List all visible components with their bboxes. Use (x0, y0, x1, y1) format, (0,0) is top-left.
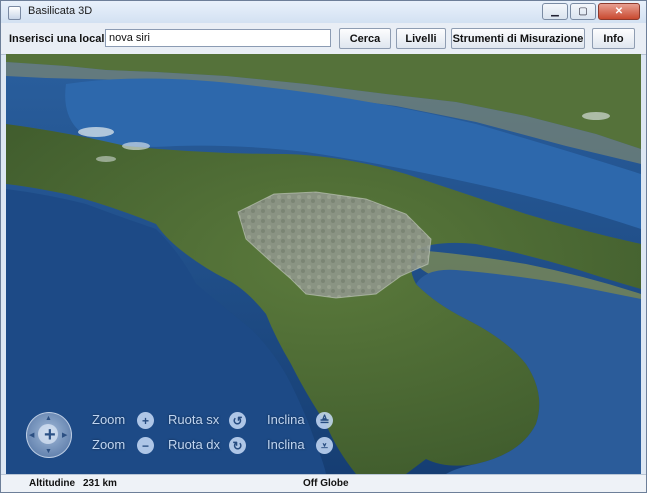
pan-left-icon[interactable]: ◀ (29, 432, 34, 439)
globe-status: Off Globe (303, 478, 349, 489)
zoom-in-icon[interactable]: + (137, 412, 154, 429)
zoom-out-label: Zoom (92, 437, 126, 452)
rotate-right-icon[interactable]: ↻ (229, 437, 246, 454)
window-controls: ▁ ▢ ✕ (542, 3, 640, 20)
rotate-left-icon[interactable]: ↺ (229, 412, 246, 429)
title-bar[interactable]: Basilicata 3D ▁ ▢ ✕ (1, 1, 646, 23)
info-button[interactable]: Info (592, 28, 635, 49)
app-icon (8, 6, 21, 20)
pan-cross-icon: + (44, 424, 56, 446)
tilt-down-label: Inclina (267, 437, 305, 452)
layers-button[interactable]: Livelli (396, 28, 446, 49)
tilt-down-icon[interactable]: ⩡ (316, 437, 333, 454)
maximize-button[interactable]: ▢ (570, 3, 596, 20)
status-bar: Altitudine 231 km Off Globe (1, 474, 646, 492)
search-toolbar: Inserisci una località Cerca Livelli Str… (1, 23, 646, 55)
location-search-input[interactable] (105, 29, 331, 47)
pan-up-icon[interactable]: ▲ (45, 415, 52, 422)
search-button[interactable]: Cerca (339, 28, 391, 49)
satellite-imagery (6, 54, 641, 474)
tilt-up-icon[interactable]: ≜ (316, 412, 333, 429)
zoom-in-label: Zoom (92, 412, 126, 427)
measurement-tools-button[interactable]: Strumenti di Misurazione (451, 28, 585, 49)
rotate-left-label: Ruota sx (168, 412, 220, 427)
close-button[interactable]: ✕ (598, 3, 640, 20)
altitude-label: Altitudine (29, 478, 76, 489)
app-window: Basilicata 3D ▁ ▢ ✕ Inserisci una locali… (0, 0, 647, 493)
tilt-up-label: Inclina (267, 412, 305, 427)
window-title: Basilicata 3D (28, 5, 93, 17)
minimize-button[interactable]: ▁ (542, 3, 568, 20)
zoom-out-icon[interactable]: − (137, 437, 154, 454)
rotate-right-label: Ruota dx (168, 437, 221, 452)
maximize-icon: ▢ (578, 5, 588, 17)
pan-down-icon[interactable]: ▼ (45, 448, 52, 455)
globe-map-view[interactable]: + ▲ ▼ ◀ ▶ Zoom + Zoom − Ruota sx ↺ Ruota… (6, 54, 641, 474)
close-icon: ✕ (614, 5, 624, 17)
minimize-icon: ▁ (551, 5, 559, 17)
pan-compass-icon[interactable]: + ▲ ▼ ◀ ▶ (26, 412, 72, 458)
altitude-value: 231 km (83, 478, 117, 489)
pan-right-icon[interactable]: ▶ (62, 432, 67, 439)
location-label: Inserisci una località (9, 33, 118, 45)
